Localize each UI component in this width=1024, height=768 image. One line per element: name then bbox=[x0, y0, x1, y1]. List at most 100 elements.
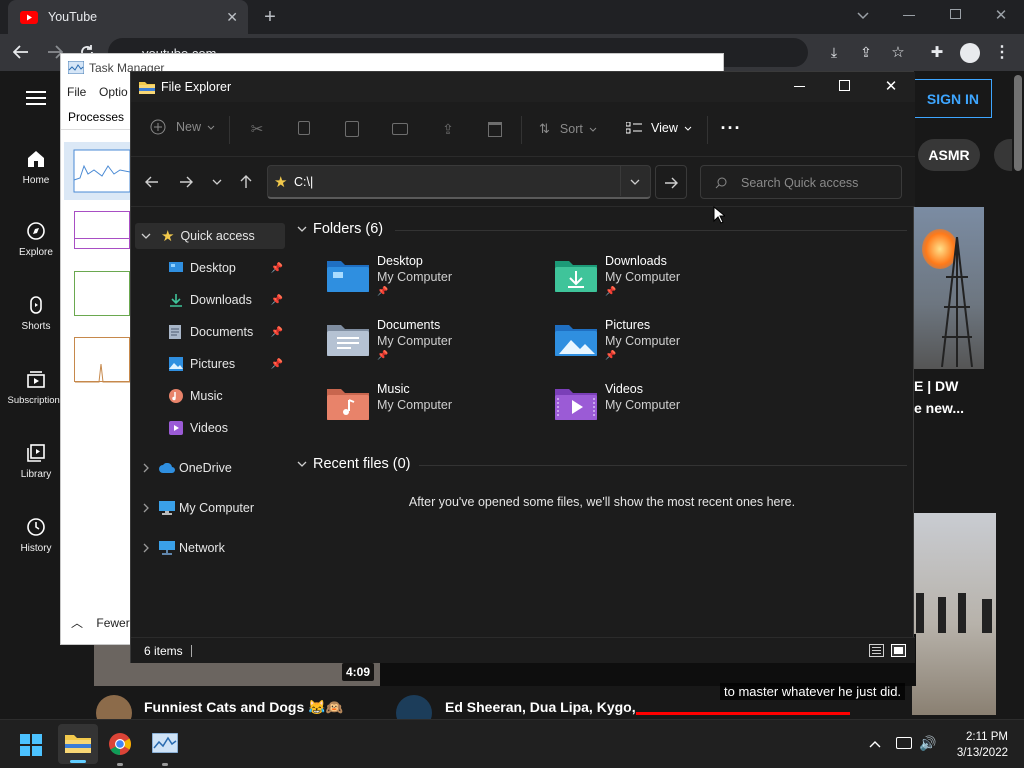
video-thumbnail[interactable] bbox=[914, 207, 984, 369]
install-icon[interactable]: ⤓ bbox=[824, 42, 844, 62]
taskbar-chrome[interactable] bbox=[108, 732, 132, 766]
search-input[interactable]: Search Quick access bbox=[700, 165, 902, 199]
network-status-icon[interactable] bbox=[896, 737, 912, 749]
restore-icon[interactable] bbox=[950, 9, 961, 19]
nav-history-label: History bbox=[20, 543, 52, 554]
address-dropdown-icon[interactable] bbox=[620, 166, 650, 196]
folder-pictures[interactable]: Pictures My Computer 📌 bbox=[555, 318, 775, 378]
minimize-icon[interactable] bbox=[903, 15, 915, 16]
tiles-view-icon[interactable] bbox=[891, 644, 906, 657]
perf-memory-graph[interactable] bbox=[74, 211, 130, 249]
hamburger-menu-icon[interactable] bbox=[26, 91, 46, 105]
sort-button[interactable]: ⇅ Sort bbox=[539, 121, 597, 137]
close-window-icon[interactable]: ✕ bbox=[993, 6, 1009, 24]
tree-desktop[interactable]: Desktop 📌 bbox=[131, 255, 287, 281]
tree-documents[interactable]: Documents 📌 bbox=[131, 319, 287, 345]
tree-my-computer-label: My Computer bbox=[179, 501, 255, 515]
new-tab-icon[interactable]: + bbox=[258, 6, 282, 28]
mouse-cursor-icon bbox=[713, 206, 725, 224]
folder-name: Pictures bbox=[605, 318, 651, 332]
nav-back-icon[interactable] bbox=[143, 173, 161, 191]
chip-asmr[interactable]: ASMR bbox=[918, 139, 980, 171]
share-icon[interactable]: ⇪ bbox=[856, 42, 876, 62]
folder-documents[interactable]: Documents My Computer 📌 bbox=[327, 318, 547, 378]
perf-cpu-graph[interactable] bbox=[64, 142, 131, 200]
perf-network-graph[interactable] bbox=[74, 337, 131, 383]
paste-icon[interactable] bbox=[345, 121, 359, 137]
up-folder-icon[interactable] bbox=[237, 172, 255, 192]
close-tab-icon[interactable]: ✕ bbox=[226, 9, 238, 26]
more-options-icon[interactable]: ··· bbox=[721, 118, 741, 138]
tab-processes[interactable]: Processes bbox=[68, 110, 124, 124]
folder-music[interactable]: Music My Computer bbox=[327, 382, 547, 442]
delete-icon[interactable] bbox=[488, 122, 502, 137]
page-scrollbar-track[interactable] bbox=[1012, 71, 1024, 719]
video-title-line1[interactable]: E | DW bbox=[914, 378, 958, 394]
chip-label: ASMR bbox=[928, 147, 970, 163]
tree-videos[interactable]: Videos bbox=[131, 415, 287, 441]
nav-forward-icon[interactable] bbox=[177, 173, 195, 191]
copy-icon[interactable] bbox=[298, 121, 310, 135]
folder-downloads[interactable]: Downloads My Computer 📌 bbox=[555, 254, 775, 314]
tree-quick-access[interactable]: ★ Quick access bbox=[135, 223, 285, 249]
tree-music[interactable]: Music bbox=[131, 383, 287, 409]
folders-header[interactable]: Folders (6) bbox=[297, 221, 383, 237]
show-hidden-icons[interactable] bbox=[866, 736, 884, 752]
tree-downloads[interactable]: Downloads 📌 bbox=[131, 287, 287, 313]
tab-search-icon[interactable] bbox=[852, 6, 874, 26]
page-scrollbar-thumb[interactable] bbox=[1014, 75, 1022, 171]
explorer-minimize-icon[interactable] bbox=[794, 86, 805, 87]
tree-pictures[interactable]: Pictures 📌 bbox=[131, 351, 287, 377]
recent-files-header-label: Recent files (0) bbox=[313, 456, 411, 472]
profile-avatar-icon[interactable] bbox=[960, 43, 980, 63]
go-button[interactable] bbox=[655, 165, 687, 199]
bookmark-star-icon[interactable]: ☆ bbox=[888, 42, 908, 62]
file-explorer-window: File Explorer ✕ New ✂ ⇪ ⇅ Sort View ··· bbox=[130, 71, 915, 663]
extensions-icon[interactable]: ✚ bbox=[927, 42, 947, 62]
menu-file[interactable]: File bbox=[67, 85, 86, 99]
chevron-right-icon bbox=[143, 543, 149, 553]
address-input[interactable]: ★ C:\| bbox=[267, 165, 651, 199]
explorer-close-icon[interactable]: ✕ bbox=[883, 77, 899, 95]
nav-home-label: Home bbox=[22, 175, 50, 186]
content-pane: Folders (6) Desktop My Computer 📌 Downlo… bbox=[291, 207, 913, 637]
perf-disk-graph[interactable] bbox=[74, 271, 130, 316]
details-view-icon[interactable] bbox=[869, 644, 884, 657]
clock[interactable]: 2:11 PM 3/13/2022 bbox=[948, 729, 1008, 761]
video-progress-bar[interactable] bbox=[636, 712, 850, 715]
explorer-titlebar[interactable]: File Explorer ✕ bbox=[131, 72, 915, 102]
folder-location: My Computer bbox=[377, 270, 453, 284]
tree-music-label: Music bbox=[190, 389, 223, 403]
browser-tab[interactable]: YouTube ✕ bbox=[8, 0, 248, 34]
view-button[interactable]: View bbox=[626, 121, 692, 135]
video-thumbnail-2[interactable] bbox=[912, 513, 996, 715]
folder-desktop[interactable]: Desktop My Computer 📌 bbox=[327, 254, 547, 314]
new-button[interactable]: New bbox=[150, 119, 215, 135]
rename-icon[interactable] bbox=[392, 123, 408, 135]
chrome-menu-icon[interactable]: ⋮ bbox=[994, 42, 1010, 62]
share-file-icon[interactable]: ⇪ bbox=[439, 119, 457, 139]
menu-options[interactable]: Optio bbox=[99, 85, 128, 99]
card2-title[interactable]: Ed Sheeran, Dua Lipa, Kygo, Av bbox=[445, 699, 637, 715]
tree-onedrive[interactable]: OneDrive bbox=[131, 455, 287, 481]
folder-videos[interactable]: Videos My Computer bbox=[555, 382, 775, 442]
start-button[interactable] bbox=[20, 734, 42, 756]
recent-locations-icon[interactable] bbox=[209, 173, 225, 191]
explorer-maximize-icon[interactable] bbox=[839, 80, 850, 91]
volume-icon[interactable]: 🔊 bbox=[918, 734, 938, 752]
tree-my-computer[interactable]: My Computer bbox=[131, 495, 287, 521]
taskbar-task-manager[interactable] bbox=[151, 732, 179, 766]
recent-files-header[interactable]: Recent files (0) bbox=[297, 456, 411, 472]
video-title-line2[interactable]: e new... bbox=[914, 400, 964, 416]
back-icon[interactable] bbox=[10, 42, 32, 62]
cloud-icon bbox=[159, 463, 175, 473]
tree-network[interactable]: Network bbox=[131, 535, 287, 561]
cut-icon[interactable]: ✂ bbox=[247, 119, 267, 139]
videos-icon bbox=[169, 421, 183, 435]
tree-downloads-label: Downloads bbox=[190, 293, 252, 307]
library-icon bbox=[27, 444, 45, 462]
card1-title[interactable]: Funniest Cats and Dogs 😹🙉 bbox=[144, 699, 343, 716]
taskbar-file-explorer[interactable] bbox=[58, 724, 98, 764]
fewer-details[interactable]: ︿ Fewer bbox=[71, 614, 130, 631]
pin-icon: 📌 bbox=[377, 350, 389, 360]
